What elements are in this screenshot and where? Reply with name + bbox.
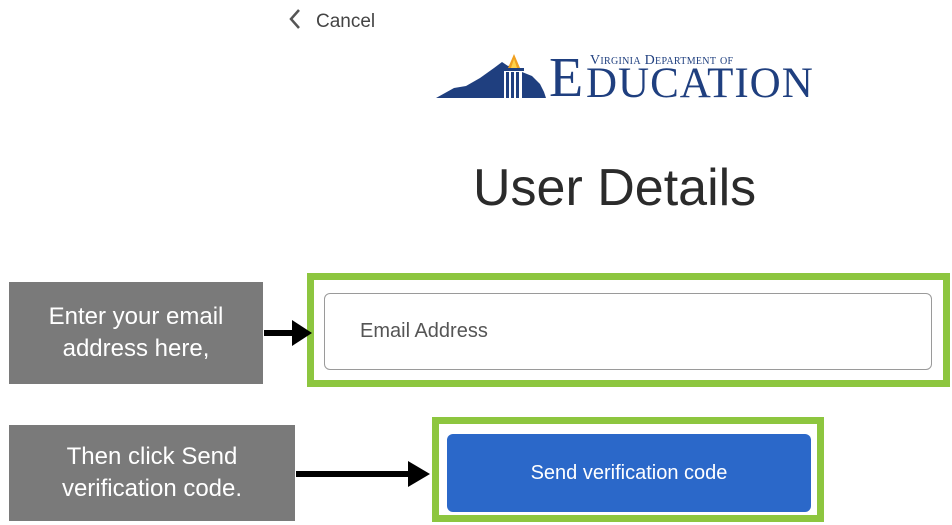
callout-email-line1: Enter your email [48,303,224,330]
logo-letter-e: E [549,47,584,109]
arrow-right-icon [264,320,312,346]
callout-email-instruction: Enter your email address here, [9,282,263,384]
cancel-link[interactable]: Cancel [288,8,375,36]
virginia-state-icon [436,54,546,98]
arrow-right-icon [296,461,430,487]
callout-send-line1: Then click Send [66,443,238,470]
vdoe-logo: E Virginia Department of DUCATION [436,47,813,109]
chevron-left-icon [288,8,302,36]
callout-email-line2: address here, [62,335,210,362]
cancel-label: Cancel [316,11,376,32]
email-field[interactable] [324,293,932,370]
send-verification-code-button[interactable]: Send verification code [447,434,811,512]
logo-line2: DUCATION [586,60,814,107]
page-title: User Details [473,159,757,217]
callout-send-instruction: Then click Send verification code. [9,425,295,521]
callout-send-line2: verification code. [61,475,243,502]
